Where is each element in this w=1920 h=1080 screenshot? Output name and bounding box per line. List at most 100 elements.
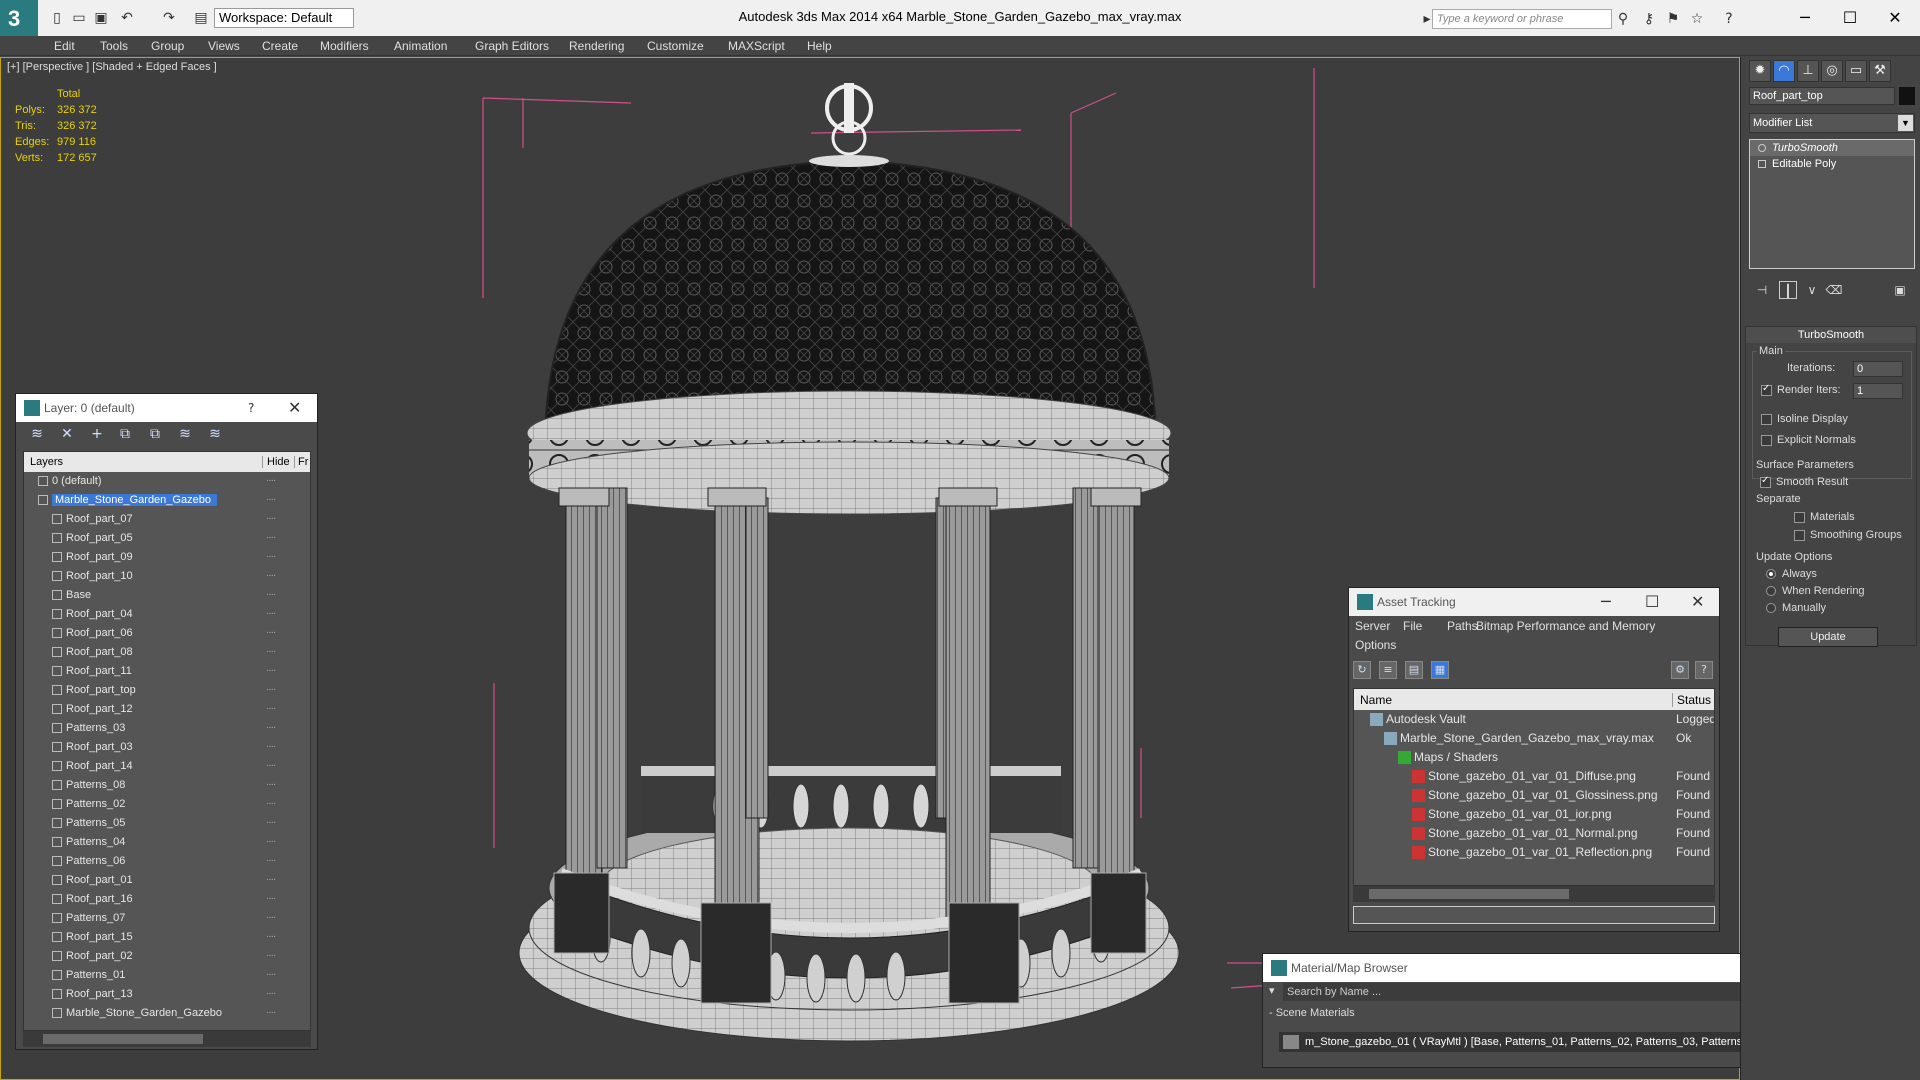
object-row[interactable]: Roof_part_06 ····	[24, 624, 310, 643]
binoculars-icon[interactable]: ⚲	[1614, 10, 1632, 28]
help-icon[interactable]: ?	[1720, 10, 1738, 28]
configure-sets-icon[interactable]: ▣	[1891, 281, 1909, 299]
menu-maxscript[interactable]: MAXScript	[728, 39, 785, 53]
motion-tab-icon[interactable]: ◎	[1821, 60, 1843, 82]
maximize-icon[interactable]: ☐	[1645, 592, 1659, 611]
menu-customize[interactable]: Customize	[647, 39, 704, 53]
menu-server[interactable]: Server	[1355, 619, 1390, 633]
col-hide[interactable]: Hide	[262, 456, 290, 468]
object-color-swatch[interactable]	[1899, 87, 1915, 105]
layer-scrollbar[interactable]	[23, 1031, 311, 1047]
hide-toggle[interactable]: ····	[266, 627, 276, 638]
object-row[interactable]: Roof_part_04 ····	[24, 605, 310, 624]
remove-modifier-icon[interactable]: ⌫	[1825, 281, 1843, 299]
vault-settings-icon[interactable]: ⚙	[1671, 661, 1689, 679]
star-icon[interactable]: ☆	[1688, 10, 1706, 28]
hide-toggle[interactable]: ····	[266, 532, 276, 543]
hide-all-icon[interactable]: ≋	[176, 426, 194, 444]
object-row[interactable]: Roof_part_11 ····	[24, 662, 310, 681]
chevron-down-icon[interactable]: ▼	[1898, 115, 1913, 131]
menu-tools[interactable]: Tools	[100, 39, 128, 53]
menu-create[interactable]: Create	[262, 39, 298, 53]
select-objects-icon[interactable]: ⧉	[116, 426, 134, 444]
hide-toggle[interactable]: ····	[266, 551, 276, 562]
object-row[interactable]: Patterns_06 ····	[24, 852, 310, 871]
hierarchy-tab-icon[interactable]: ⊥	[1797, 60, 1819, 82]
object-row[interactable]: Roof_part_14 ····	[24, 757, 310, 776]
asset-row[interactable]: Stone_gazebo_01_var_01_Glossiness.png Fou…	[1354, 786, 1714, 805]
modifier-stack[interactable]: TurboSmooth Editable Poly	[1749, 139, 1915, 269]
modify-tab-icon[interactable]: ◠	[1773, 60, 1795, 82]
menu-graph-editors[interactable]: Graph Editors	[475, 39, 549, 53]
render-iters-checkbox[interactable]	[1761, 383, 1772, 396]
col-layers[interactable]: Layers	[30, 456, 63, 468]
object-row[interactable]: Roof_part_01 ····	[24, 871, 310, 890]
object-row[interactable]: Patterns_07 ····	[24, 909, 310, 928]
object-row[interactable]: Marble_Stone_Garden_Gazebo ····	[24, 1004, 310, 1023]
asset-row[interactable]: Stone_gazebo_01_var_01_ior.png Found	[1354, 805, 1714, 824]
hide-toggle[interactable]: ····	[266, 893, 276, 904]
hide-toggle[interactable]: ····	[266, 931, 276, 942]
object-row[interactable]: Base ····	[24, 586, 310, 605]
minimize-icon[interactable]: ─	[1601, 592, 1611, 611]
manually-radio[interactable]	[1766, 603, 1776, 613]
scroll-thumb[interactable]	[1369, 889, 1569, 899]
hide-toggle[interactable]: ····	[266, 475, 276, 486]
menu-bitmap-performance[interactable]: Bitmap Performance and Memory	[1476, 619, 1655, 633]
hide-toggle[interactable]: ····	[266, 760, 276, 771]
hide-toggle[interactable]: ····	[266, 817, 276, 828]
update-button[interactable]: Update	[1778, 627, 1878, 647]
menu-modifiers[interactable]: Modifiers	[320, 39, 369, 53]
hide-toggle[interactable]: ····	[266, 608, 276, 619]
expand-icon[interactable]	[1758, 160, 1766, 168]
close-icon[interactable]: ✕	[1880, 6, 1910, 30]
menu-help[interactable]: Help	[807, 39, 832, 53]
hide-toggle[interactable]: ····	[266, 703, 276, 714]
object-row[interactable]: Roof_part_02 ····	[24, 947, 310, 966]
key-icon[interactable]: ⚷	[1640, 10, 1658, 28]
hide-toggle[interactable]: ····	[266, 494, 276, 505]
menu-paths[interactable]: Paths	[1447, 619, 1478, 633]
hide-toggle[interactable]: ····	[266, 836, 276, 847]
close-icon[interactable]: ✕	[1691, 592, 1704, 611]
hide-toggle[interactable]: ····	[266, 741, 276, 752]
asset-path-field[interactable]	[1353, 906, 1715, 924]
menu-file[interactable]: File	[1403, 619, 1422, 633]
asset-scrollbar[interactable]	[1353, 886, 1715, 902]
search-options-icon[interactable]: ▾	[1269, 984, 1275, 997]
hide-toggle[interactable]: ····	[266, 513, 276, 524]
scene-materials-section[interactable]: - Scene Materials	[1269, 1007, 1355, 1019]
object-row[interactable]: Roof_part_top ····	[24, 681, 310, 700]
object-row[interactable]: Roof_part_03 ····	[24, 738, 310, 757]
object-row[interactable]: Patterns_05 ····	[24, 814, 310, 833]
asset-row[interactable]: Autodesk Vault Logged	[1354, 710, 1714, 729]
modifier-list-dropdown[interactable]: Modifier List ▼	[1749, 113, 1915, 133]
hide-toggle[interactable]: ····	[266, 684, 276, 695]
menu-views[interactable]: Views	[208, 39, 240, 53]
always-radio[interactable]	[1766, 569, 1776, 579]
signin-icon[interactable]: ⚑	[1664, 10, 1682, 28]
object-row[interactable]: Patterns_08 ····	[24, 776, 310, 795]
help-icon[interactable]: ?	[248, 401, 254, 415]
object-row[interactable]: Roof_part_15 ····	[24, 928, 310, 947]
hide-toggle[interactable]: ····	[266, 912, 276, 923]
maximize-icon[interactable]: ☐	[1835, 6, 1865, 30]
help-icon[interactable]: ?	[1695, 661, 1713, 679]
object-row[interactable]: Roof_part_07 ····	[24, 510, 310, 529]
object-row[interactable]: Roof_part_12 ····	[24, 700, 310, 719]
highlight-layer-icon[interactable]: ⧉	[146, 426, 164, 444]
table-view-icon[interactable]: ▦	[1431, 661, 1449, 679]
hide-toggle[interactable]: ····	[266, 646, 276, 657]
list-view-icon[interactable]: ≡	[1379, 661, 1397, 679]
menu-edit[interactable]: Edit	[54, 39, 75, 53]
isoline-checkbox[interactable]	[1761, 414, 1772, 425]
create-tab-icon[interactable]: ✹	[1749, 60, 1771, 82]
menu-group[interactable]: Group	[151, 39, 184, 53]
display-tab-icon[interactable]: ▭	[1845, 60, 1867, 82]
col-status[interactable]: Status	[1672, 693, 1711, 707]
lightbulb-icon[interactable]	[1758, 144, 1766, 152]
col-freeze[interactable]: Fr	[294, 456, 308, 468]
minimize-icon[interactable]: ─	[1790, 6, 1820, 30]
materials-checkbox[interactable]	[1794, 512, 1805, 523]
hide-toggle[interactable]: ····	[266, 589, 276, 600]
